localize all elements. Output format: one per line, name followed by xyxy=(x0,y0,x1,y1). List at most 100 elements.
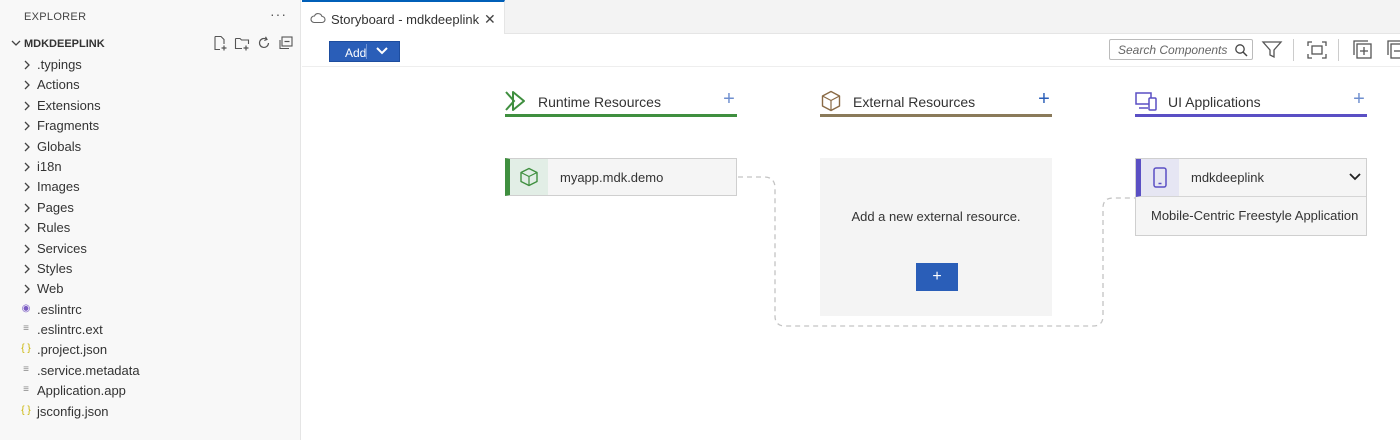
file-item[interactable]: ≡ .eslintrc.ext xyxy=(0,319,300,339)
chevron-down-icon[interactable] xyxy=(1348,171,1362,183)
ui-applications-header: UI Applications + xyxy=(1135,88,1367,118)
refresh-icon[interactable] xyxy=(256,35,272,51)
folder-item[interactable]: Actions xyxy=(0,74,300,94)
runtime-resources-label: Runtime Resources xyxy=(538,94,661,110)
external-resources-placeholder: Add a new external resource. + xyxy=(820,158,1052,316)
ui-applications-underline xyxy=(1135,114,1367,117)
add-external-resource-button[interactable]: + xyxy=(916,263,958,291)
folder-label: Globals xyxy=(37,138,82,154)
file-item[interactable]: { } .project.json xyxy=(0,339,300,359)
folder-item[interactable]: Globals xyxy=(0,136,300,156)
collapse-all-icon[interactable] xyxy=(278,35,294,51)
chevron-right-icon xyxy=(22,119,32,131)
file-label: .project.json xyxy=(37,342,108,358)
file-item[interactable]: ≡ Application.app xyxy=(0,380,300,400)
add-page-icon[interactable] xyxy=(1352,40,1374,60)
file-item[interactable]: { } jsconfig.json xyxy=(0,401,300,421)
chevron-right-icon xyxy=(22,262,32,274)
folder-item[interactable]: Pages xyxy=(0,197,300,217)
file-label: Application.app xyxy=(37,383,126,399)
search-components-field[interactable] xyxy=(1109,39,1253,60)
folder-item[interactable]: Services xyxy=(0,238,300,258)
file-item[interactable]: ≡ .service.metadata xyxy=(0,360,300,380)
add-button[interactable]: Add xyxy=(329,41,400,62)
chevron-right-icon xyxy=(22,160,32,172)
external-resources-icon xyxy=(821,90,841,112)
chevron-right-icon xyxy=(22,78,32,90)
workspace-root-label: MDKDEEPLINK xyxy=(24,38,105,50)
text-file-icon: ≡ xyxy=(23,323,29,335)
folder-label: Pages xyxy=(37,199,74,215)
chevron-right-icon xyxy=(22,282,32,294)
ui-application-node-header[interactable]: mdkdeeplink xyxy=(1136,159,1366,197)
add-button-separator xyxy=(366,44,367,59)
folder-label: Rules xyxy=(37,220,71,236)
chevron-down-icon[interactable] xyxy=(375,45,389,57)
add-button-label: Add xyxy=(345,46,367,60)
chevron-down-icon xyxy=(11,40,21,46)
runtime-resources-header: Runtime Resources + xyxy=(505,88,737,118)
search-icon[interactable] xyxy=(1234,43,1248,57)
editor-tab-bar: Storyboard - mdkdeeplink ✕ xyxy=(302,0,1400,34)
new-folder-icon[interactable] xyxy=(234,35,250,51)
ui-application-node-label: mdkdeeplink xyxy=(1191,170,1264,185)
storyboard-canvas: Runtime Resources + External Resources +… xyxy=(302,68,1400,440)
chevron-right-icon xyxy=(22,201,32,213)
folder-item[interactable]: i18n xyxy=(0,156,300,176)
folder-item[interactable]: Rules xyxy=(0,217,300,237)
folder-item[interactable]: Fragments xyxy=(0,115,300,135)
ui-node-icon-area xyxy=(1141,159,1179,196)
external-resources-empty-text: Add a new external resource. xyxy=(851,209,1021,224)
folder-label: Web xyxy=(37,281,64,297)
ui-application-node[interactable]: mdkdeeplink Mobile-Centric Freestyle App… xyxy=(1135,158,1367,236)
mobile-phone-icon xyxy=(1153,167,1167,188)
folder-item[interactable]: Extensions xyxy=(0,95,300,115)
folder-label: Styles xyxy=(37,260,73,276)
runtime-resources-underline xyxy=(505,114,737,117)
remove-page-icon[interactable] xyxy=(1386,40,1400,60)
folder-label: Services xyxy=(37,240,87,256)
eslint-icon: ◉ xyxy=(21,302,31,314)
folder-label: i18n xyxy=(37,158,62,174)
add-runtime-resource-icon[interactable]: + xyxy=(721,88,737,110)
text-file-icon: ≡ xyxy=(23,384,29,396)
file-label: .eslintrc.ext xyxy=(37,322,103,338)
folder-item[interactable]: .typings xyxy=(0,54,300,74)
folder-label: Fragments xyxy=(37,118,100,134)
close-icon[interactable]: ✕ xyxy=(484,11,496,28)
ui-application-type: Mobile-Centric Freestyle Application xyxy=(1151,208,1359,223)
runtime-node-icon-area xyxy=(510,159,548,195)
text-file-icon: ≡ xyxy=(23,363,29,375)
new-file-icon[interactable] xyxy=(212,35,228,51)
file-item[interactable]: ◉ .eslintrc xyxy=(0,299,300,319)
toolbar-divider xyxy=(1293,39,1294,61)
folder-label: Images xyxy=(37,179,80,195)
external-resources-header: External Resources + xyxy=(820,88,1052,118)
chevron-right-icon xyxy=(22,58,32,70)
toolbar-divider xyxy=(1338,39,1339,61)
more-actions-icon[interactable]: ··· xyxy=(270,6,287,22)
search-input[interactable] xyxy=(1118,42,1228,58)
workspace-root[interactable]: MDKDEEPLINK xyxy=(0,35,300,53)
filter-icon[interactable] xyxy=(1261,40,1283,60)
chevron-right-icon xyxy=(22,221,32,233)
json-file-icon: { } xyxy=(21,404,31,416)
tab-storyboard[interactable]: Storyboard - mdkdeeplink ✕ xyxy=(302,0,505,34)
package-icon xyxy=(520,167,538,187)
folder-item[interactable]: Styles xyxy=(0,258,300,278)
file-tree: .typings Actions Extensions Fragments Global… xyxy=(0,54,300,421)
folder-item[interactable]: Web xyxy=(0,278,300,298)
external-resources-underline xyxy=(820,114,1052,117)
file-label: .eslintrc xyxy=(37,301,82,317)
chevron-right-icon xyxy=(22,140,32,152)
storyboard-toolbar: Add xyxy=(302,35,1400,67)
add-ui-application-icon[interactable]: + xyxy=(1351,88,1367,110)
tab-label: Storyboard - mdkdeeplink xyxy=(331,12,480,27)
runtime-node[interactable]: myapp.mdk.demo xyxy=(505,158,737,196)
fit-to-screen-icon[interactable] xyxy=(1306,40,1328,60)
external-resources-label: External Resources xyxy=(853,94,976,110)
add-external-resource-icon[interactable]: + xyxy=(1036,88,1052,110)
chevron-right-icon xyxy=(22,242,32,254)
folder-label: .typings xyxy=(37,57,82,72)
folder-item[interactable]: Images xyxy=(0,176,300,196)
